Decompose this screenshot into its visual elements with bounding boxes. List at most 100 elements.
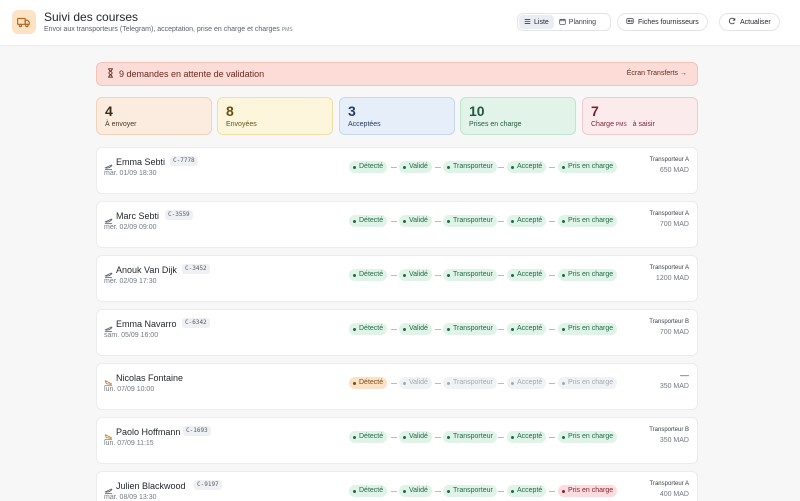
status-chip: Détecté <box>349 161 388 173</box>
status-chip: Détecté <box>349 431 388 443</box>
passenger-name: Nicolas Fontaine <box>116 373 184 383</box>
suppliers-button[interactable]: Fiches fournisseurs <box>617 13 708 31</box>
plane-departure-icon <box>104 320 113 333</box>
course-row[interactable]: Emma Sebti C-7778 mar. 01/09 18:30 Détecté V… <box>96 147 698 194</box>
refresh-button[interactable]: Actualiser <box>719 13 780 31</box>
status-connector <box>391 220 397 222</box>
course-id-badge: C-6342 <box>182 318 210 328</box>
subtitle-text: Envoi aux transporteurs (Telegram), acce… <box>44 26 280 33</box>
stat-value: 3 <box>348 103 356 119</box>
course-date: lun. 07/09 10:00 <box>104 386 155 393</box>
stat-value: 8 <box>226 103 234 119</box>
status-chip: Accepté <box>507 431 547 443</box>
refresh-label: Actualiser <box>740 18 771 26</box>
course-price: 650 MAD <box>659 167 689 174</box>
course-row[interactable]: Paolo Hoffmann C-1693 lun. 07/09 11:15 Déte… <box>96 417 698 464</box>
status-chip: Détecté <box>349 323 388 335</box>
status-chip: Détecté <box>349 269 388 281</box>
course-date: mar. 08/09 13:30 <box>104 494 157 501</box>
stat-label: Envoyées <box>226 121 257 128</box>
id-card-icon <box>626 17 634 27</box>
course-date: lun. 07/09 11:15 <box>104 440 154 447</box>
carrier-name: Transporteur A <box>649 481 689 487</box>
course-id-badge: C-3559 <box>165 210 193 220</box>
status-chip: Transporteur <box>443 269 497 281</box>
plane-departure-icon <box>104 158 113 171</box>
status-connector <box>549 436 555 438</box>
stat-label-suffix: à saisir <box>632 121 655 128</box>
status-chip: Accepté <box>507 269 547 281</box>
course-price: 350 MAD <box>659 437 689 444</box>
passenger-name: Julien Blackwood <box>116 481 186 491</box>
status-chip: Transporteur <box>443 215 497 227</box>
transfers-screen-link[interactable]: Écran Transferts → <box>627 70 687 77</box>
status-connector <box>391 166 397 168</box>
stat-accepted[interactable]: 3 Acceptées <box>339 97 455 135</box>
status-chip: Pris en charge <box>558 161 618 173</box>
course-price: 700 MAD <box>659 221 689 228</box>
course-row[interactable]: Emma Navarro C-6342 sam. 05/09 16:00 Détect… <box>96 309 698 356</box>
status-chip: Détecté <box>349 485 388 497</box>
stat-to-send[interactable]: 4 À envoyer <box>96 97 212 135</box>
status-connector <box>391 436 397 438</box>
status-connector <box>498 166 504 168</box>
status-chip: Transporteur <box>443 485 497 497</box>
status-chip: Pris en charge <box>558 431 618 443</box>
passenger-name: Anouk Van Dijk <box>116 265 177 275</box>
carrier-name: — <box>680 370 689 380</box>
status-chip: Pris en charge <box>558 485 618 497</box>
status-chip: Validé <box>399 215 432 227</box>
status-connector <box>391 328 397 330</box>
view-planning-label: Planning <box>568 18 597 26</box>
passenger-name: Emma Sebti <box>116 157 166 167</box>
top-bar: Suivi des courses Envoi aux transporteur… <box>0 0 800 46</box>
page-title: Suivi des courses <box>44 10 139 24</box>
status-connector <box>498 490 504 492</box>
calendar-icon <box>559 18 566 27</box>
status-chip: Accepté <box>507 215 547 227</box>
view-list-button[interactable]: Liste <box>519 15 554 29</box>
plane-departure-icon <box>104 266 113 279</box>
status-chip: Validé <box>399 161 432 173</box>
status-chip: Détecté <box>349 215 388 227</box>
course-price: 700 MAD <box>659 329 689 336</box>
stat-value: 4 <box>105 103 113 119</box>
stat-label: Acceptées <box>348 121 381 128</box>
subtitle-pms: PMS <box>281 27 293 33</box>
course-price: 350 MAD <box>659 383 689 390</box>
passenger-name: Paolo Hoffmann <box>116 427 181 437</box>
plane-arrival-icon <box>104 428 113 441</box>
status-connector <box>435 490 441 492</box>
hourglass-icon <box>106 65 115 83</box>
status-chip: Transporteur <box>443 161 497 173</box>
stat-sent[interactable]: 8 Envoyées <box>217 97 333 135</box>
course-row[interactable]: Nicolas Fontaine lun. 07/09 10:00 Détecté V… <box>96 363 698 410</box>
course-date: mer. 02/09 17:30 <box>104 278 157 285</box>
course-row[interactable]: Anouk Van Dijk C-3452 mer. 02/09 17:30 Déte… <box>96 255 698 302</box>
refresh-icon <box>728 17 736 27</box>
suppliers-label: Fiches fournisseurs <box>638 18 699 26</box>
course-row[interactable]: Julien Blackwood C-9197 mar. 08/09 13:30 Dé… <box>96 471 698 501</box>
page-subtitle: Envoi aux transporteurs (Telegram), acce… <box>44 26 293 33</box>
status-connector <box>435 274 441 276</box>
stat-label: Prises en charge <box>469 121 522 128</box>
status-connector <box>498 382 504 384</box>
course-row[interactable]: Marc Sebti C-3559 mer. 02/09 09:00 Détecté V… <box>96 201 698 248</box>
stat-pms-charge[interactable]: 7 Charge PMS à saisir <box>582 97 698 135</box>
truck-logo-icon <box>12 10 36 34</box>
status-connector <box>549 274 555 276</box>
status-chip: Pris en charge <box>558 377 618 389</box>
status-chip: Pris en charge <box>558 269 618 281</box>
plane-departure-icon <box>104 212 113 225</box>
view-planning-button[interactable]: Planning <box>554 15 601 29</box>
stat-picked-up[interactable]: 10 Prises en charge <box>460 97 576 135</box>
alert-text: 9 demandes en attente de validation <box>119 69 265 79</box>
course-date: sam. 05/09 16:00 <box>104 332 159 339</box>
stat-value: 7 <box>591 103 599 119</box>
passenger-name: Emma Navarro <box>116 319 177 329</box>
course-id-badge: C-9197 <box>194 480 222 490</box>
carrier-name: Transporteur A <box>649 157 689 163</box>
status-chip: Transporteur <box>443 323 497 335</box>
status-chip: Validé <box>399 431 432 443</box>
status-chip: Transporteur <box>443 377 497 389</box>
